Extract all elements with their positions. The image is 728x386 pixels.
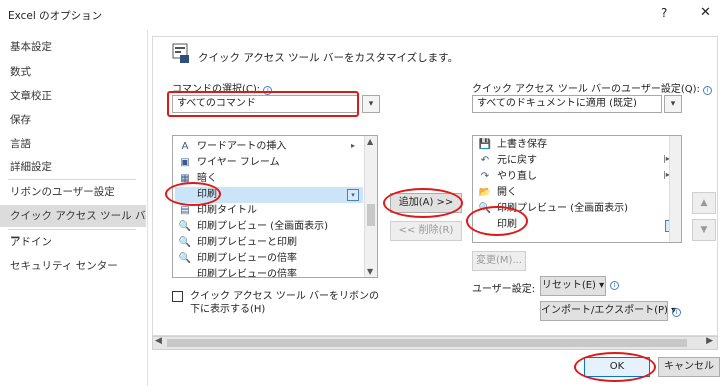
save-icon: 💾 <box>478 139 492 150</box>
sidebar-item-trust-center[interactable]: セキュリティ センター <box>0 255 146 277</box>
sidebar-item-proofing[interactable]: 文章校正 <box>0 85 146 107</box>
list-item[interactable]: 🔍 印刷プレビュー (全画面表示) <box>477 201 628 217</box>
print-preview-icon: 🔍 <box>478 203 492 214</box>
list-item-label: ワイヤー フレーム <box>197 157 280 168</box>
title-bar: Excel のオプション ? ✕ <box>0 0 728 30</box>
info-icon: i <box>672 306 681 317</box>
sidebar-separator <box>8 229 136 230</box>
scroll-left-icon[interactable]: ◀ <box>155 336 162 346</box>
add-button[interactable]: 追加(A) >> <box>390 193 462 213</box>
user-settings-label: ユーザー設定: <box>472 284 536 295</box>
list-item[interactable]: 印刷プレビューの倍率 <box>177 267 297 278</box>
list-item[interactable]: ▦ 暗く <box>177 171 217 187</box>
quick-access-toolbar-icon <box>172 42 190 64</box>
list-item-label: 印刷プレビューの倍率 <box>197 269 297 278</box>
list-item[interactable]: ▣ ワイヤー フレーム <box>177 155 280 171</box>
list-item-label: ワードアートの挿入 <box>197 141 287 152</box>
sidebar-item-addins[interactable]: アドイン <box>0 231 146 253</box>
commands-scrollbar[interactable]: ▲ ▼ <box>364 136 377 277</box>
move-up-button[interactable]: ▲ <box>692 192 716 214</box>
list-item-label: 印刷プレビューの倍率 <box>197 253 297 264</box>
darker-icon: ▦ <box>180 173 190 184</box>
list-item-label: 上書き保存 <box>497 139 547 150</box>
list-item-label: 暗く <box>197 173 217 184</box>
submenu-arrow-icon: ▸ <box>351 141 356 150</box>
list-item-label: 印刷プレビュー (全画面表示) <box>497 203 628 214</box>
header-text: クイック アクセス ツール バーをカスタマイズします。 <box>198 52 459 64</box>
scroll-right-icon[interactable]: ▶ <box>706 336 713 346</box>
scroll-up-icon[interactable]: ▲ <box>367 137 373 146</box>
sidebar-item-customize-ribbon[interactable]: リボンのユーザー設定 <box>0 181 146 203</box>
list-item-label: 印刷 <box>197 189 217 200</box>
list-item-label: 開く <box>497 187 517 198</box>
open-folder-icon: 📂 <box>478 187 492 198</box>
list-item-label: 元に戻す <box>497 155 537 166</box>
customize-label: クイック アクセス ツール バーのユーザー設定(Q): i <box>472 80 713 95</box>
list-item[interactable]: ↶ 元に戻す <box>477 153 537 169</box>
window-title: Excel のオプション <box>8 10 103 22</box>
redo-icon: ↷ <box>480 171 490 182</box>
list-item-label: 印刷 <box>497 219 517 230</box>
toolbar-items-scrollbar[interactable] <box>669 136 681 242</box>
info-icon: i <box>263 86 273 95</box>
list-item[interactable]: 📂 開く <box>477 185 517 201</box>
info-icon: i <box>703 86 713 95</box>
close-button[interactable]: ✕ <box>700 5 711 20</box>
modify-button: 変更(M)... <box>472 251 526 271</box>
print-preview-icon: 🔍 <box>178 237 192 248</box>
scroll-down-icon[interactable]: ▼ <box>367 267 373 276</box>
list-item[interactable]: 🔍 印刷プレビューと印刷 <box>177 235 297 251</box>
scroll-thumb[interactable] <box>367 204 375 226</box>
dropdown-indicator-icon[interactable]: ▾ <box>347 189 359 201</box>
list-item[interactable]: A ワードアートの挿入 <box>177 139 287 155</box>
move-down-button[interactable]: ▼ <box>692 219 716 241</box>
list-item[interactable]: 印刷 <box>477 217 517 233</box>
scroll-thumb[interactable] <box>167 339 687 347</box>
help-button[interactable]: ? <box>661 6 667 20</box>
sidebar-item-advanced[interactable]: 詳細設定 <box>0 156 146 178</box>
list-item[interactable]: 💾 上書き保存 <box>477 137 547 153</box>
chevron-down-icon[interactable]: ▾ <box>664 95 682 113</box>
chevron-down-icon[interactable]: ▾ <box>362 95 380 113</box>
horizontal-scrollbar[interactable]: ◀ ▶ <box>152 336 718 350</box>
wireframe-icon: ▣ <box>180 157 190 168</box>
choose-commands-label-text: コマンドの選択(C): <box>172 84 261 95</box>
sidebar-item-formulas[interactable]: 数式 <box>0 61 146 83</box>
choose-commands-dropdown[interactable]: すべてのコマンド <box>172 95 358 113</box>
show-below-ribbon-label: クイック アクセス ツール バーをリボンの下に表示する(H) <box>190 291 380 315</box>
cancel-button[interactable]: キャンセル <box>658 357 720 377</box>
customize-label-text: クイック アクセス ツール バーのユーザー設定(Q): <box>472 84 700 95</box>
undo-icon: ↶ <box>480 155 490 166</box>
show-below-ribbon-checkbox[interactable] <box>172 291 183 302</box>
commands-list[interactable]: A ワードアートの挿入 ▸ ▣ ワイヤー フレーム ▦ 暗く 印刷 ▾ ▤ 印刷タイトル… <box>172 135 378 278</box>
sidebar-item-save[interactable]: 保存 <box>0 109 146 131</box>
list-item-label: 印刷タイトル <box>197 205 257 216</box>
list-item[interactable]: 🔍 印刷プレビュー (全画面表示) <box>177 219 328 235</box>
list-item-label: 印刷プレビューと印刷 <box>197 237 297 248</box>
sidebar-item-general[interactable]: 基本設定 <box>0 36 146 58</box>
list-item-label: 印刷プレビュー (全画面表示) <box>197 221 328 232</box>
remove-button: << 削除(R) <box>390 221 462 241</box>
sidebar-item-quick-access-toolbar[interactable]: クイック アクセス ツール バー <box>0 205 146 244</box>
list-item[interactable]: ↷ やり直し <box>477 169 537 185</box>
list-item-label: やり直し <box>497 171 537 182</box>
list-item[interactable]: ▤ 印刷タイトル <box>177 203 257 219</box>
info-icon: i <box>610 279 619 290</box>
sidebar: 基本設定 数式 文章校正 保存 言語 詳細設定 リボンのユーザー設定 クイック … <box>0 30 148 386</box>
sidebar-item-language[interactable]: 言語 <box>0 133 146 155</box>
zoom-icon: 🔍 <box>178 253 192 264</box>
print-titles-icon: ▤ <box>180 205 190 216</box>
customize-dropdown[interactable]: すべてのドキュメントに適用 (既定) <box>472 95 662 113</box>
choose-commands-label: コマンドの選択(C): i <box>172 80 273 95</box>
sidebar-separator <box>8 179 136 180</box>
import-export-button[interactable]: インポート/エクスポート(P) ▾ <box>540 301 676 321</box>
toolbar-items-list[interactable]: 💾 上書き保存 ↶ 元に戻す |▸ ↷ やり直し |▸ 📂 開く 🔍 印刷プレビュー (全… <box>472 135 682 243</box>
wordart-icon: A <box>181 141 189 152</box>
list-item[interactable]: 🔍 印刷プレビューの倍率 <box>177 251 297 267</box>
ok-button[interactable]: OK <box>584 357 650 377</box>
print-preview-icon: 🔍 <box>178 221 192 232</box>
list-item-selected[interactable]: 印刷 <box>175 187 363 203</box>
reset-button[interactable]: リセット(E) ▾ <box>540 276 606 296</box>
